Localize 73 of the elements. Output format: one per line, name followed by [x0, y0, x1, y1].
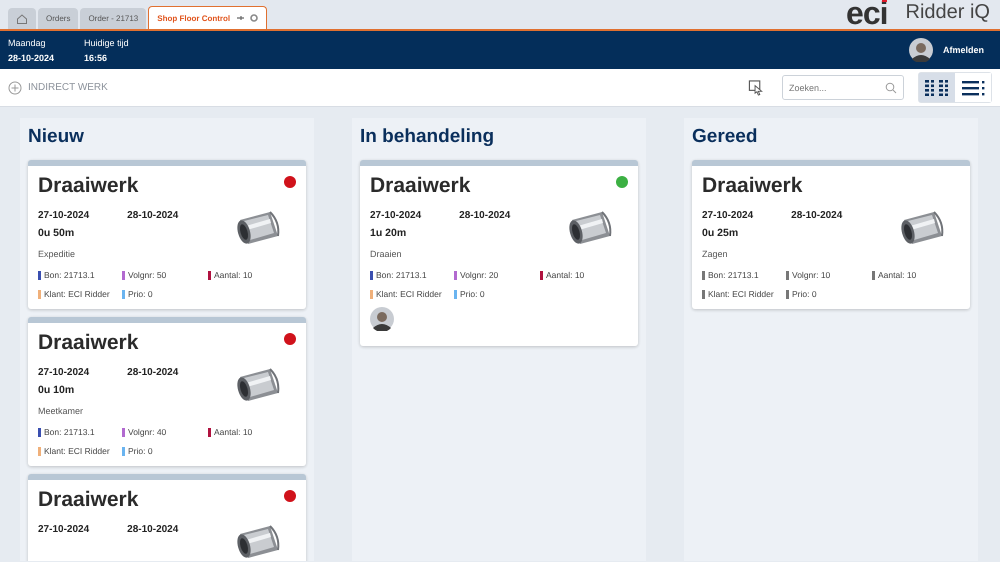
tab[interactable]: Shop Floor Control	[148, 6, 268, 29]
tag-label: Volgnr: 20	[460, 270, 498, 280]
tag-label: Aantal: 10	[546, 270, 584, 280]
column-title: Gereed	[692, 126, 758, 148]
column-title: Nieuw	[28, 126, 85, 148]
add-icon	[8, 80, 22, 94]
avatar	[908, 38, 933, 62]
tag-label: Bon: 21713.1	[708, 270, 759, 280]
start-date: 27-10-2024	[38, 210, 90, 221]
tag-label: Prio: 0	[128, 446, 153, 456]
workstation-label: Zagen	[702, 249, 729, 259]
logout-link[interactable]: Afmelden	[942, 45, 984, 55]
day-label: Maandag	[8, 38, 47, 48]
duration: 0u 25m	[702, 227, 740, 239]
tag-label: Klant: ECI Ridder	[708, 289, 774, 299]
tag-label: Bon: 21713.1	[44, 427, 95, 437]
task-card[interactable]: Draaiwerk 27-10-2024 28-10-2024 0u 10m Meetkamer Bon: 21713.1 Volgnr: 40 Aantal: 10 Klant: ECI Ridder Prio: 0	[28, 317, 306, 466]
tag-label: Aantal: 10	[214, 427, 252, 437]
start-date: 27-10-2024	[38, 367, 90, 378]
board-view-icon	[925, 80, 949, 96]
start-date: 27-10-2024	[370, 210, 422, 221]
end-date: 28-10-2024	[791, 210, 842, 221]
board-view-button[interactable]	[919, 73, 955, 102]
workstation-label: Meetkamer	[38, 406, 84, 416]
end-date: 28-10-2024	[459, 210, 510, 221]
tab[interactable]: Order - 21713	[80, 8, 146, 29]
start-date: 27-10-2024	[38, 524, 90, 535]
duration: 0u 50m	[38, 227, 76, 239]
start-date: 27-10-2024	[702, 210, 754, 221]
tag-label: Bon: 21713.1	[44, 270, 95, 280]
tag-label: Klant: ECI Ridder	[44, 446, 110, 456]
workstation-label: Draaien	[370, 249, 403, 259]
end-date: 28-10-2024	[127, 524, 178, 535]
tag-label: Volgnr: 50	[128, 270, 166, 280]
product-logo: Ridder iQ	[906, 1, 990, 24]
card-title: Draaiwerk	[702, 174, 804, 198]
task-card[interactable]: Draaiwerk 27-10-2024 28-10-2024	[28, 474, 306, 561]
card-title: Draaiwerk	[38, 488, 140, 512]
task-card[interactable]: Draaiwerk 27-10-2024 28-10-2024 0u 50m Expeditie Bon: 21713.1 Volgnr: 50 Aantal: 10 Klant: ECI Ridder Prio: 0	[28, 160, 306, 309]
settings-icon	[250, 14, 258, 22]
home-icon	[16, 12, 28, 24]
duration: 1u 20m	[370, 227, 408, 239]
task-card[interactable]: Draaiwerk 27-10-2024 28-10-2024 1u 20m Draaien Bon: 21713.1 Volgnr: 20 Aantal: 10 Klant: ECI Ridder Prio: 0	[360, 160, 638, 346]
date-value: 28-10-2024	[8, 52, 54, 62]
home-tab[interactable]	[8, 8, 36, 29]
tag-label: Klant: ECI Ridder	[44, 289, 110, 299]
list-view-icon	[962, 80, 984, 96]
duration: 0u 10m	[38, 384, 76, 396]
tag-label: Volgnr: 40	[128, 427, 166, 437]
tag-label: Prio: 0	[128, 289, 153, 299]
time-value: 16:56	[84, 52, 108, 62]
tag-label: Aantal: 10	[214, 270, 252, 280]
time-label: Huidige tijd	[84, 38, 129, 48]
tag-label: Volgnr: 10	[792, 270, 830, 280]
tag-label: Prio: 0	[792, 289, 817, 299]
task-card[interactable]: Draaiwerk 27-10-2024 28-10-2024 0u 25m Zagen Bon: 21713.1 Volgnr: 10 Aantal: 10 Klant: ECI Ridder Prio: 0	[692, 160, 970, 309]
end-date: 28-10-2024	[127, 210, 178, 221]
pin-icon	[236, 14, 244, 22]
column-title: In behandeling	[360, 126, 496, 148]
search-field[interactable]: Zoeken...	[782, 75, 904, 100]
tag-label: Klant: ECI Ridder	[376, 289, 442, 299]
brand-logo: eci	[846, 0, 888, 28]
workstation-label: Expeditie	[38, 249, 76, 259]
tab[interactable]: Orders	[38, 8, 78, 29]
end-date: 28-10-2024	[127, 367, 178, 378]
tag-label: Prio: 0	[460, 289, 485, 299]
tag-label: Aantal: 10	[878, 270, 916, 280]
cursor-select-icon	[748, 80, 764, 96]
search-icon	[885, 82, 897, 94]
tag-label: Bon: 21713.1	[376, 270, 427, 280]
card-title: Draaiwerk	[370, 174, 472, 198]
card-title: Draaiwerk	[38, 331, 140, 355]
card-title: Draaiwerk	[38, 174, 140, 198]
